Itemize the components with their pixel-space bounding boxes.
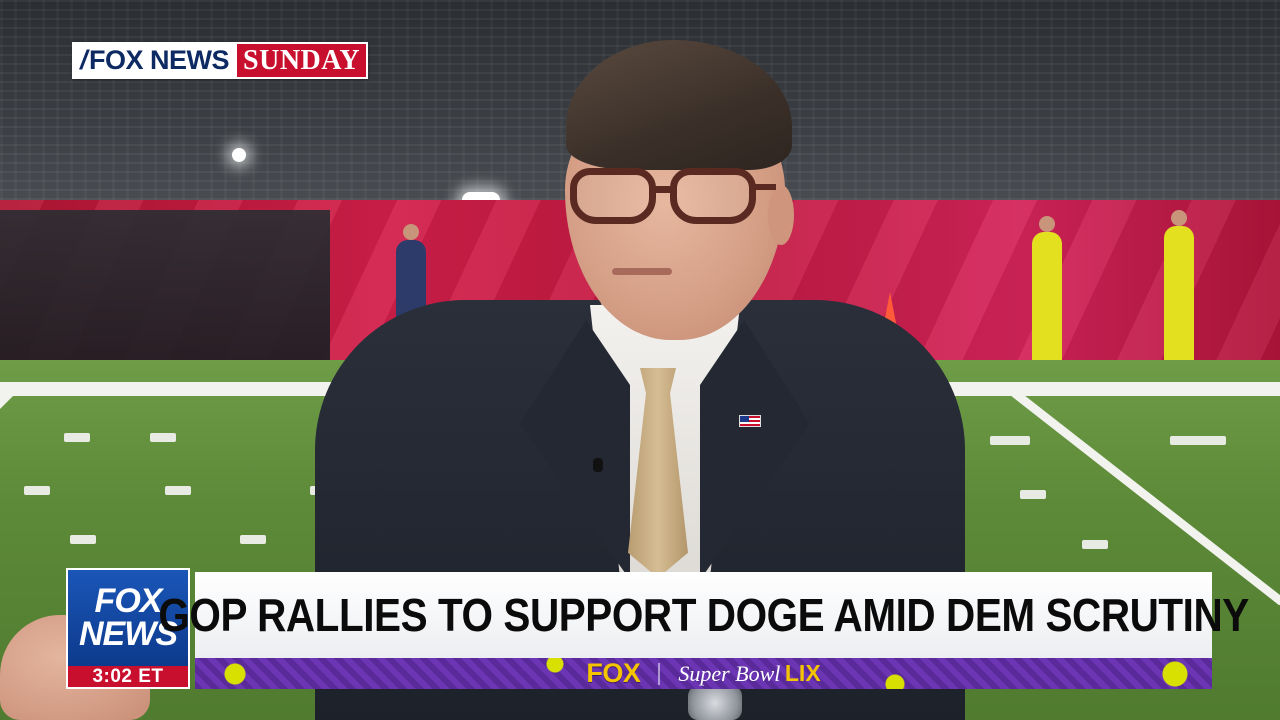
headline-text: GOP RALLIES TO SUPPORT DOGE AMID DEM SCR… — [158, 589, 1249, 641]
ticker-event-number: LIX — [784, 660, 821, 686]
fox-news-slash-icon: / — [80, 45, 88, 75]
glasses-icon — [570, 168, 776, 228]
broadcast-time: 3:02 ET — [68, 666, 188, 687]
show-logo-brand-text: FOX NEWS — [89, 45, 230, 75]
ticker-separator — [658, 662, 661, 685]
guest-mouth — [612, 268, 672, 275]
ticker-brand: FOX — [586, 658, 641, 688]
lapel-mic-icon — [593, 458, 603, 472]
glasses-temple — [754, 184, 776, 190]
headline-banner: GOP RALLIES TO SUPPORT DOGE AMID DEM SCR… — [158, 572, 1249, 658]
flag-pin-icon — [739, 415, 761, 427]
show-logo: / FOX NEWS SUNDAY — [72, 42, 369, 79]
wristwatch-icon — [688, 686, 742, 720]
show-logo-brand: / FOX NEWS — [74, 44, 238, 77]
guest-ear — [768, 185, 794, 245]
network-logo-fox: FOX — [94, 582, 163, 620]
guest-hair — [566, 40, 792, 170]
glasses-lens-right — [670, 168, 756, 224]
glasses-lens-left — [570, 168, 656, 224]
ticker-event: Super Bowl — [678, 661, 781, 686]
show-logo-day: SUNDAY — [237, 44, 367, 77]
event-ticker-bar: FOX Super Bowl LIX — [195, 658, 1212, 689]
